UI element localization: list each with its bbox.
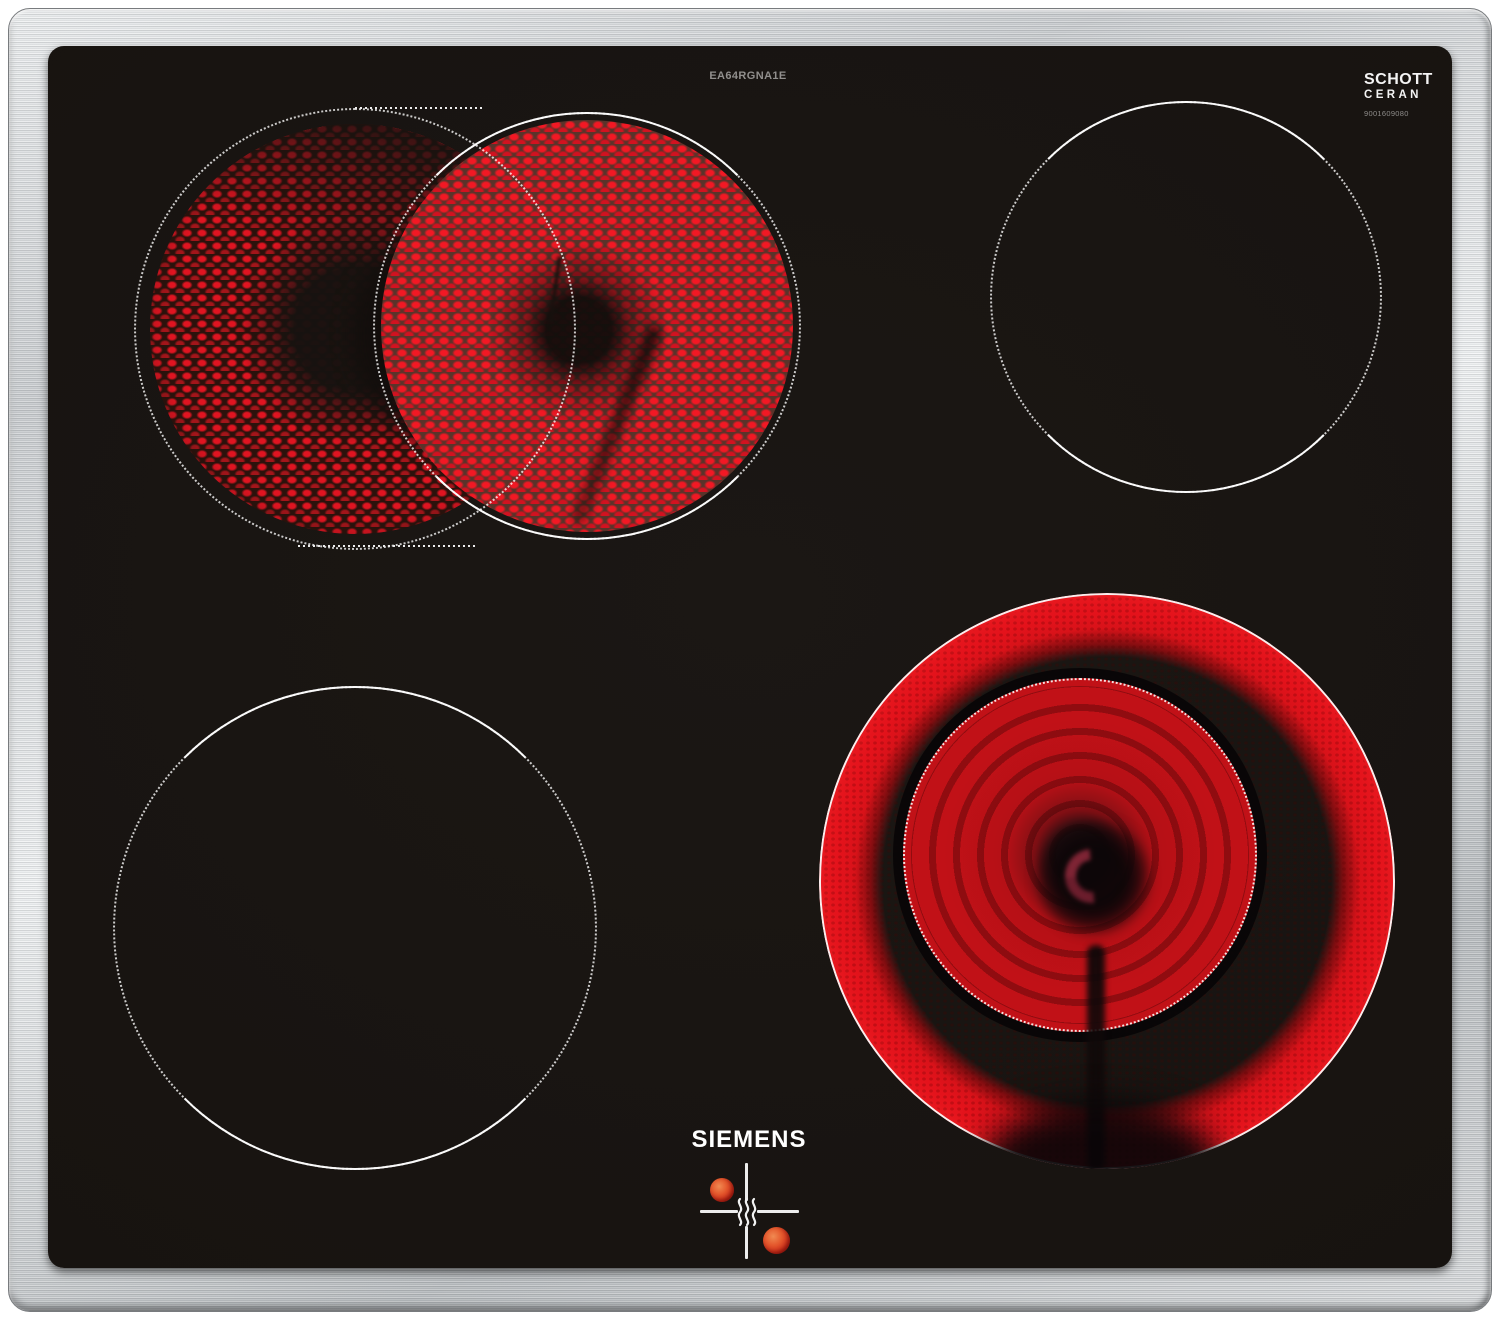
rear-right-solid-arcs xyxy=(990,101,1382,493)
front-left-solid-arcs xyxy=(113,686,597,1170)
siemens-logo: SIEMENS xyxy=(691,1126,807,1153)
schott-logo-line1: SCHOTT xyxy=(1364,71,1433,88)
hob-product-photo: EA64RGNA1E SCHOTT CERAN 9001609080 SIEME… xyxy=(0,0,1500,1320)
cross-line-left xyxy=(700,1210,738,1213)
cross-line-bottom xyxy=(745,1226,748,1259)
ceramic-glass-surface: EA64RGNA1E SCHOTT CERAN 9001609080 SIEME… xyxy=(48,46,1452,1268)
hot-indicator-dot-rear-left xyxy=(710,1178,734,1202)
schott-ceran-logo: SCHOTT CERAN 9001609080 xyxy=(1364,72,1452,117)
rear-left-extension-outline-top xyxy=(355,107,483,109)
cross-line-top xyxy=(745,1163,748,1201)
rear-left-inner-solid-arcs xyxy=(373,112,801,540)
rear-left-extension-outline-bottom xyxy=(298,545,478,547)
schott-logo-code: 9001609080 xyxy=(1364,108,1409,118)
schott-logo-line2: CERAN xyxy=(1364,89,1422,101)
model-code-label: EA64RGNA1E xyxy=(709,70,787,82)
residual-heat-icon xyxy=(737,1197,757,1227)
cooking-zone-front-right xyxy=(819,593,1395,1169)
hot-indicator-dot-front-right xyxy=(763,1227,790,1254)
cross-line-right xyxy=(757,1210,799,1213)
